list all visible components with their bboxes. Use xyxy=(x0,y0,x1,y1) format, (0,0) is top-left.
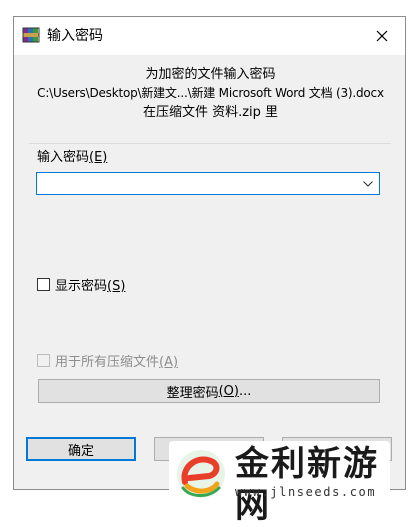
chevron-down-icon xyxy=(363,180,373,187)
brand-url: www.jlnseeds.com xyxy=(235,485,377,499)
ok-button[interactable]: 确定 xyxy=(26,437,136,461)
show-password-label[interactable]: 显示密码(S) xyxy=(55,275,125,294)
archive-info: 为加密的文件输入密码 C:\Users\Desktop\新建文...\新建 Mi… xyxy=(14,65,405,122)
password-label: 输入密码(E) xyxy=(37,150,108,165)
organize-passwords-button[interactable]: 整理密码 (O)... xyxy=(38,379,380,403)
archive-name: 在压缩文件 资料.zip 里 xyxy=(142,105,279,120)
password-input[interactable] xyxy=(37,173,361,194)
brand-logo-icon xyxy=(175,448,227,500)
dropdown-button[interactable] xyxy=(357,173,379,194)
window-title: 输入密码 xyxy=(47,28,103,44)
show-password-checkbox[interactable] xyxy=(37,278,50,291)
use-for-all-row: 用于所有压缩文件(A) xyxy=(37,351,178,370)
file-path: C:\Users\Desktop\新建文...\新建 Microsoft Wor… xyxy=(37,86,384,100)
title-bar[interactable]: 输入密码 xyxy=(14,17,405,55)
watermark-overlay: 金利新游网 www.jlnseeds.com xyxy=(169,441,390,526)
password-combobox[interactable] xyxy=(36,172,380,195)
use-for-all-label: 用于所有压缩文件(A) xyxy=(55,355,179,370)
show-password-row[interactable]: 显示密码(S) xyxy=(37,275,125,294)
password-dialog: 输入密码 为加密的文件输入密码 C:\Users\Desktop\新建文...\… xyxy=(13,16,406,490)
close-icon xyxy=(376,30,388,42)
use-for-all-checkbox xyxy=(37,354,50,367)
info-prompt: 为加密的文件输入密码 xyxy=(145,67,276,82)
winrar-books-icon xyxy=(22,26,40,44)
close-button[interactable] xyxy=(359,17,405,55)
